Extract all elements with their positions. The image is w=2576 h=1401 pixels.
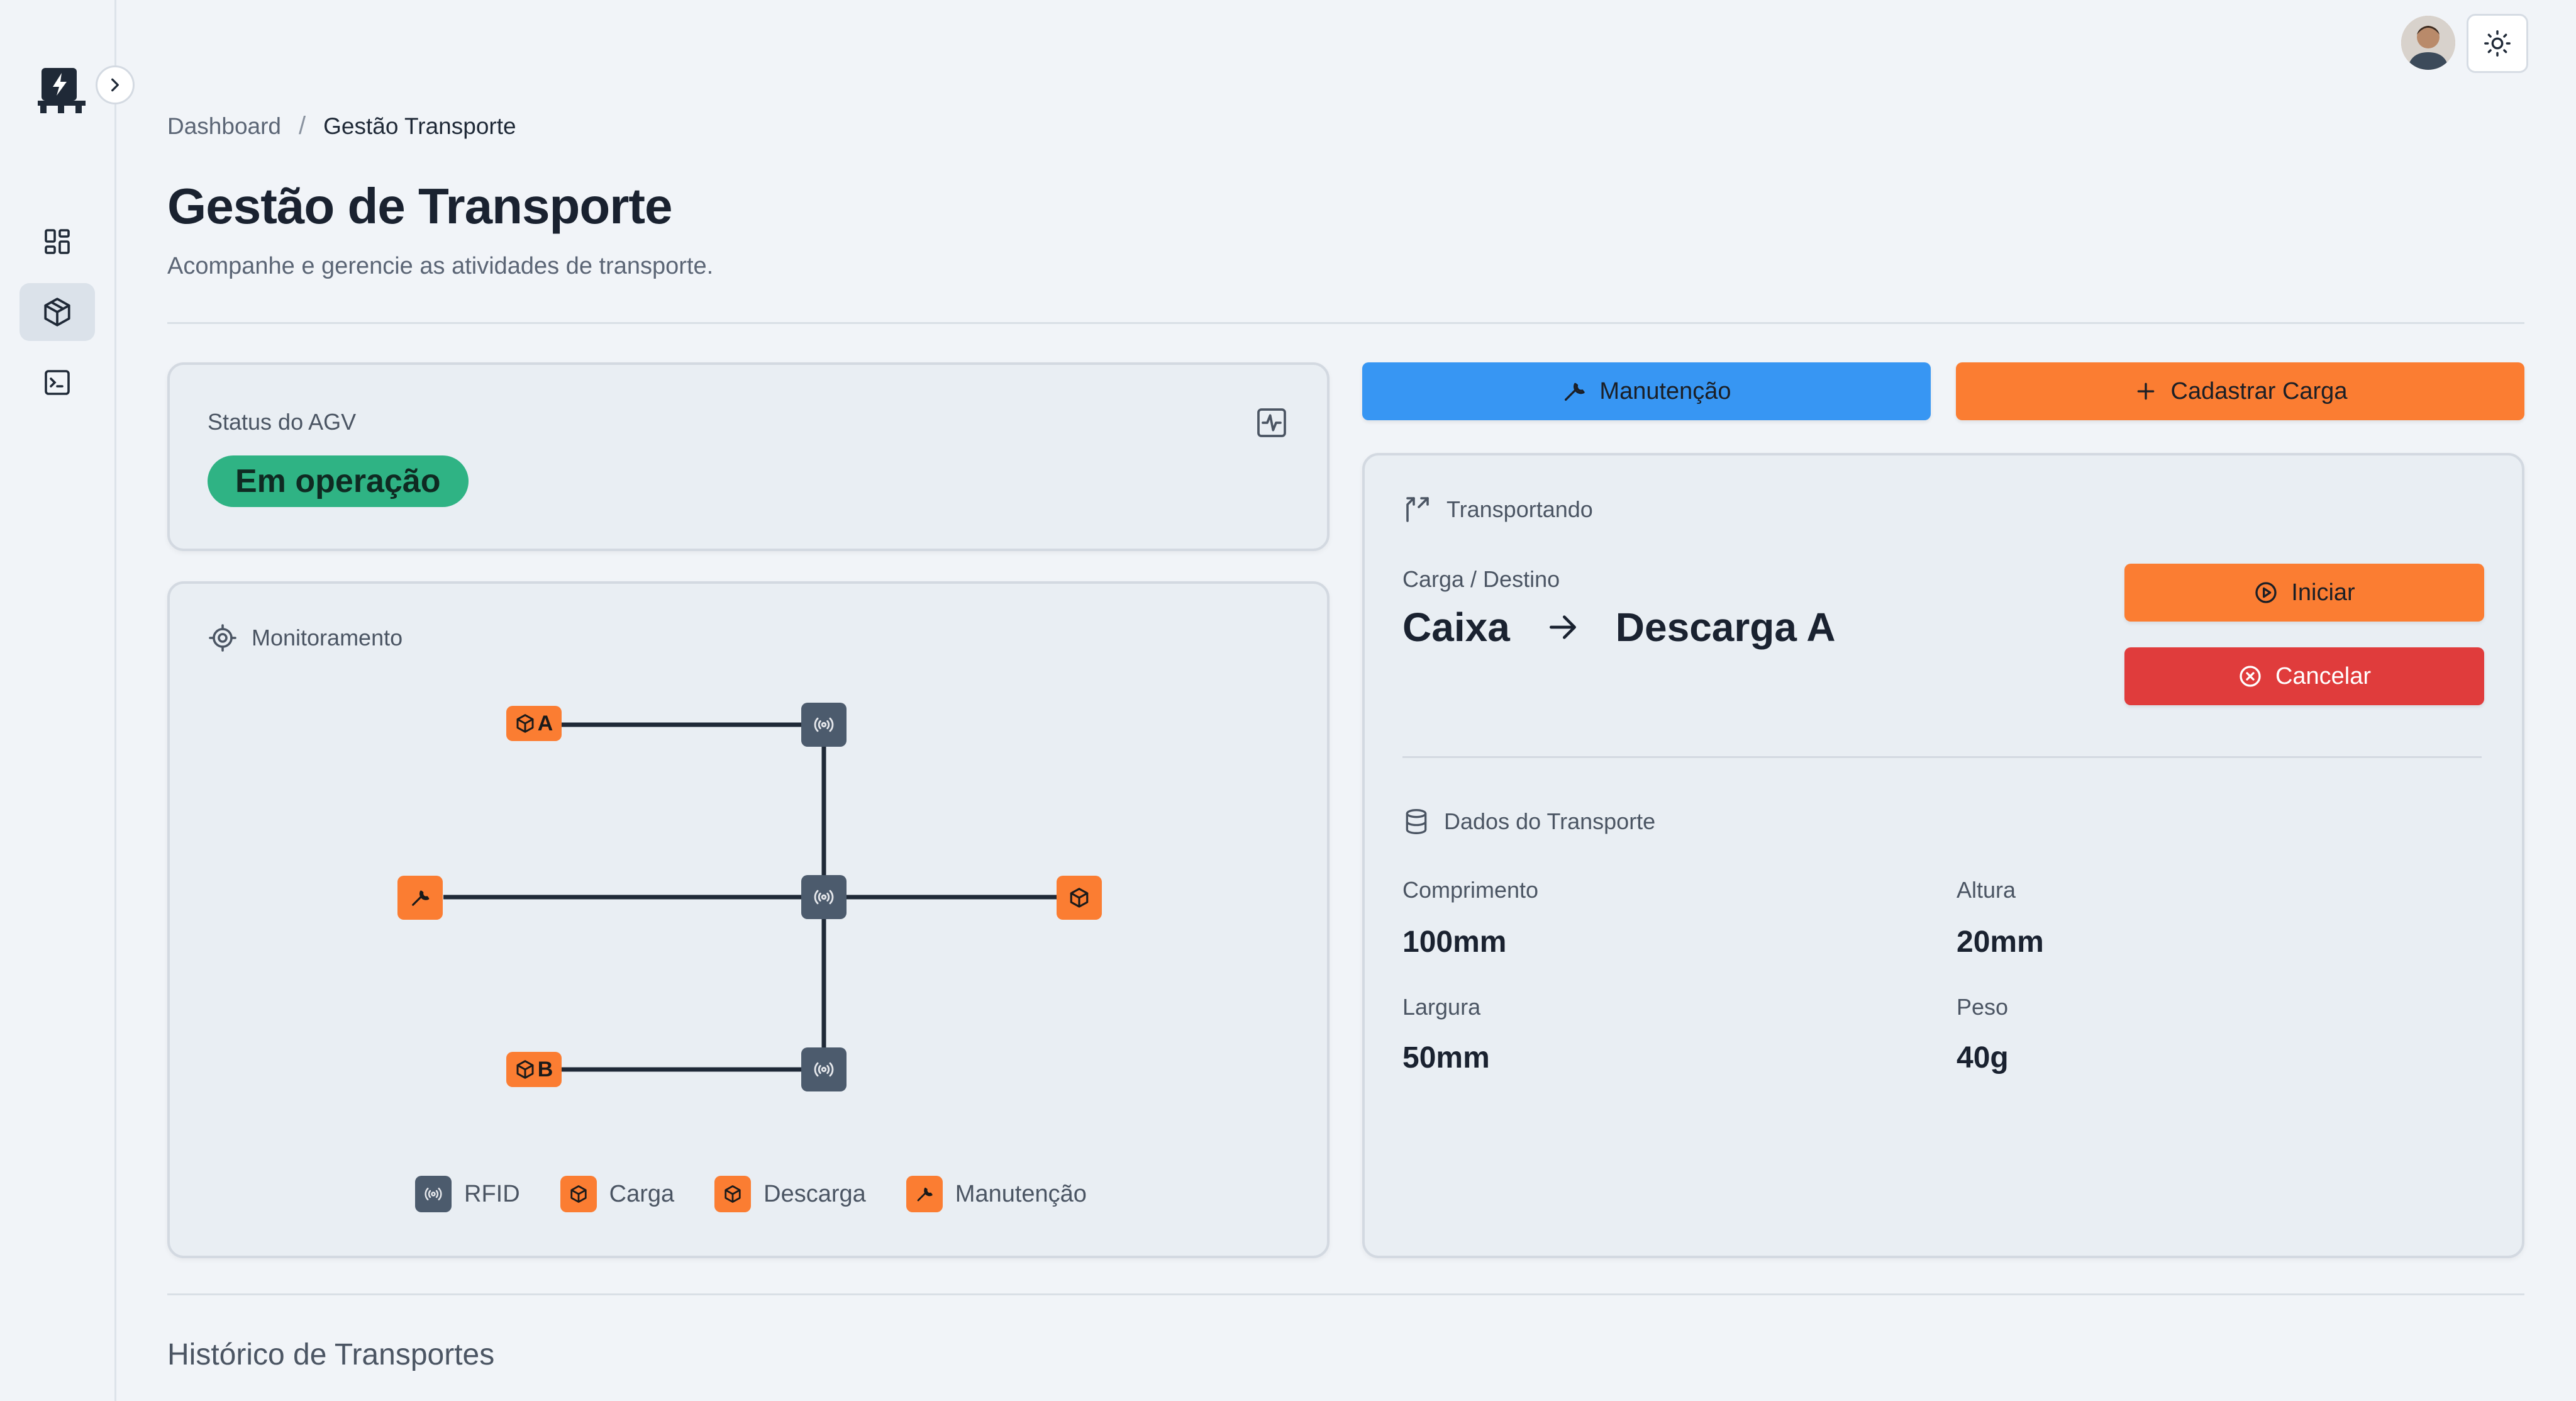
load-node-a[interactable]: A bbox=[506, 706, 562, 741]
load-node-b-label: B bbox=[537, 1057, 553, 1081]
cargo-destination-value: Caixa Descarga A bbox=[1402, 604, 1836, 650]
page-title: Gestão de Transporte bbox=[167, 178, 672, 234]
arrow-right-icon bbox=[1549, 615, 1576, 639]
legend-label-load: Carga bbox=[609, 1180, 675, 1207]
start-button-label: Iniciar bbox=[2291, 579, 2355, 606]
wrench-icon bbox=[1565, 382, 1585, 401]
status-badge: Em operação bbox=[208, 455, 469, 507]
history-title: Histórico de Transportes bbox=[167, 1338, 495, 1371]
field-label-weight: Peso bbox=[1957, 994, 2009, 1020]
field-label-length: Comprimento bbox=[1402, 877, 1539, 903]
database-icon bbox=[1406, 809, 1427, 834]
rfid-icon bbox=[814, 1062, 834, 1077]
destination-name: Descarga A bbox=[1615, 605, 1836, 650]
maintenance-button-label: Manutenção bbox=[1599, 377, 1731, 405]
cancel-button[interactable]: Cancelar bbox=[2124, 647, 2484, 705]
rfid-icon bbox=[814, 717, 834, 732]
monitoring-card: Monitoramento A B RFID Carga Descarga Ma… bbox=[167, 581, 1330, 1258]
transport-title: Transportando bbox=[1402, 494, 1593, 525]
breadcrumb-current: Gestão Transporte bbox=[323, 113, 516, 139]
route-split-icon bbox=[1406, 497, 1429, 522]
field-value-width: 50mm bbox=[1402, 1041, 1490, 1074]
cancel-button-label: Cancelar bbox=[2275, 662, 2372, 689]
cargo-name: Caixa bbox=[1402, 605, 1510, 650]
load-node-b[interactable]: B bbox=[506, 1052, 562, 1087]
theme-toggle-button[interactable] bbox=[2467, 14, 2528, 73]
maintenance-button[interactable]: Manutenção bbox=[1362, 362, 1931, 420]
rfid-icon bbox=[415, 1176, 452, 1212]
start-button[interactable]: Iniciar bbox=[2124, 564, 2484, 622]
agv-status-card: Status do AGV Em operação bbox=[167, 362, 1330, 551]
sidebar-toggle-button[interactable] bbox=[96, 65, 135, 104]
sidebar-item-terminal[interactable] bbox=[19, 354, 95, 411]
wrench-icon bbox=[412, 890, 430, 906]
breadcrumb-dashboard-link[interactable]: Dashboard bbox=[167, 113, 281, 140]
agv-track-map bbox=[443, 722, 1079, 1072]
legend-item-unload: Descarga bbox=[714, 1176, 866, 1212]
package-icon bbox=[1070, 888, 1089, 908]
unload-node[interactable] bbox=[1057, 876, 1102, 920]
chevron-right-icon bbox=[111, 78, 119, 92]
register-load-button-label: Cadastrar Carga bbox=[2170, 377, 2348, 405]
field-label-width: Largura bbox=[1402, 994, 1481, 1020]
transport-card: Transportando Carga / Destino Caixa Desc… bbox=[1362, 453, 2524, 1258]
activity-icon[interactable] bbox=[1254, 405, 1289, 444]
field-value-weight: 40g bbox=[1957, 1041, 2009, 1074]
sun-icon bbox=[2484, 30, 2511, 57]
transport-data-title: Dados do Transporte bbox=[1402, 808, 1655, 835]
breadcrumb: Dashboard / Gestão Transporte bbox=[167, 112, 516, 140]
transport-title-text: Transportando bbox=[1446, 496, 1593, 522]
rfid-node-bottom[interactable] bbox=[801, 1047, 847, 1091]
play-circle-icon bbox=[2255, 582, 2277, 603]
maintenance-node[interactable] bbox=[397, 876, 443, 920]
terminal-icon bbox=[45, 370, 70, 395]
plus-icon bbox=[2137, 382, 2154, 400]
rfid-node-center[interactable] bbox=[801, 875, 847, 919]
package-icon bbox=[44, 298, 70, 327]
sidebar-item-transport[interactable] bbox=[19, 283, 95, 341]
legend-item-maintenance: Manutenção bbox=[906, 1176, 1087, 1212]
legend-item-load: Carga bbox=[560, 1176, 675, 1212]
map-legend: RFID Carga Descarga Manutenção bbox=[415, 1176, 1108, 1212]
breadcrumb-separator: / bbox=[299, 112, 306, 140]
register-load-button[interactable]: Cadastrar Carga bbox=[1956, 362, 2524, 420]
header-divider bbox=[167, 322, 2524, 324]
cargo-destination-label: Carga / Destino bbox=[1402, 566, 1560, 592]
package-icon bbox=[714, 1176, 752, 1212]
package-icon bbox=[516, 714, 534, 733]
package-icon bbox=[516, 1060, 534, 1079]
sidebar-item-dashboard[interactable] bbox=[19, 213, 95, 271]
user-avatar[interactable] bbox=[2401, 16, 2455, 70]
wrench-icon bbox=[906, 1176, 943, 1212]
field-label-height: Altura bbox=[1957, 877, 2016, 903]
history-divider bbox=[167, 1293, 2524, 1295]
package-icon bbox=[560, 1176, 597, 1212]
sidebar bbox=[0, 0, 135, 1401]
legend-label-rfid: RFID bbox=[464, 1180, 520, 1207]
transport-data-title-text: Dados do Transporte bbox=[1444, 808, 1656, 834]
transport-divider bbox=[1402, 756, 2482, 758]
field-value-length: 100mm bbox=[1402, 925, 1507, 959]
field-value-height: 20mm bbox=[1957, 925, 2044, 959]
rfid-icon bbox=[814, 890, 834, 905]
legend-label-maintenance: Manutenção bbox=[955, 1180, 1087, 1207]
status-label: Status do AGV bbox=[208, 409, 357, 435]
legend-label-unload: Descarga bbox=[763, 1180, 866, 1207]
page-subtitle: Acompanhe e gerencie as atividades de tr… bbox=[167, 253, 714, 279]
agv-logo-icon bbox=[35, 67, 88, 120]
legend-item-rfid: RFID bbox=[415, 1176, 520, 1212]
dashboard-icon bbox=[45, 229, 70, 254]
rfid-node-top[interactable] bbox=[801, 703, 847, 747]
load-node-a-label: A bbox=[537, 711, 553, 735]
x-circle-icon bbox=[2240, 666, 2261, 687]
